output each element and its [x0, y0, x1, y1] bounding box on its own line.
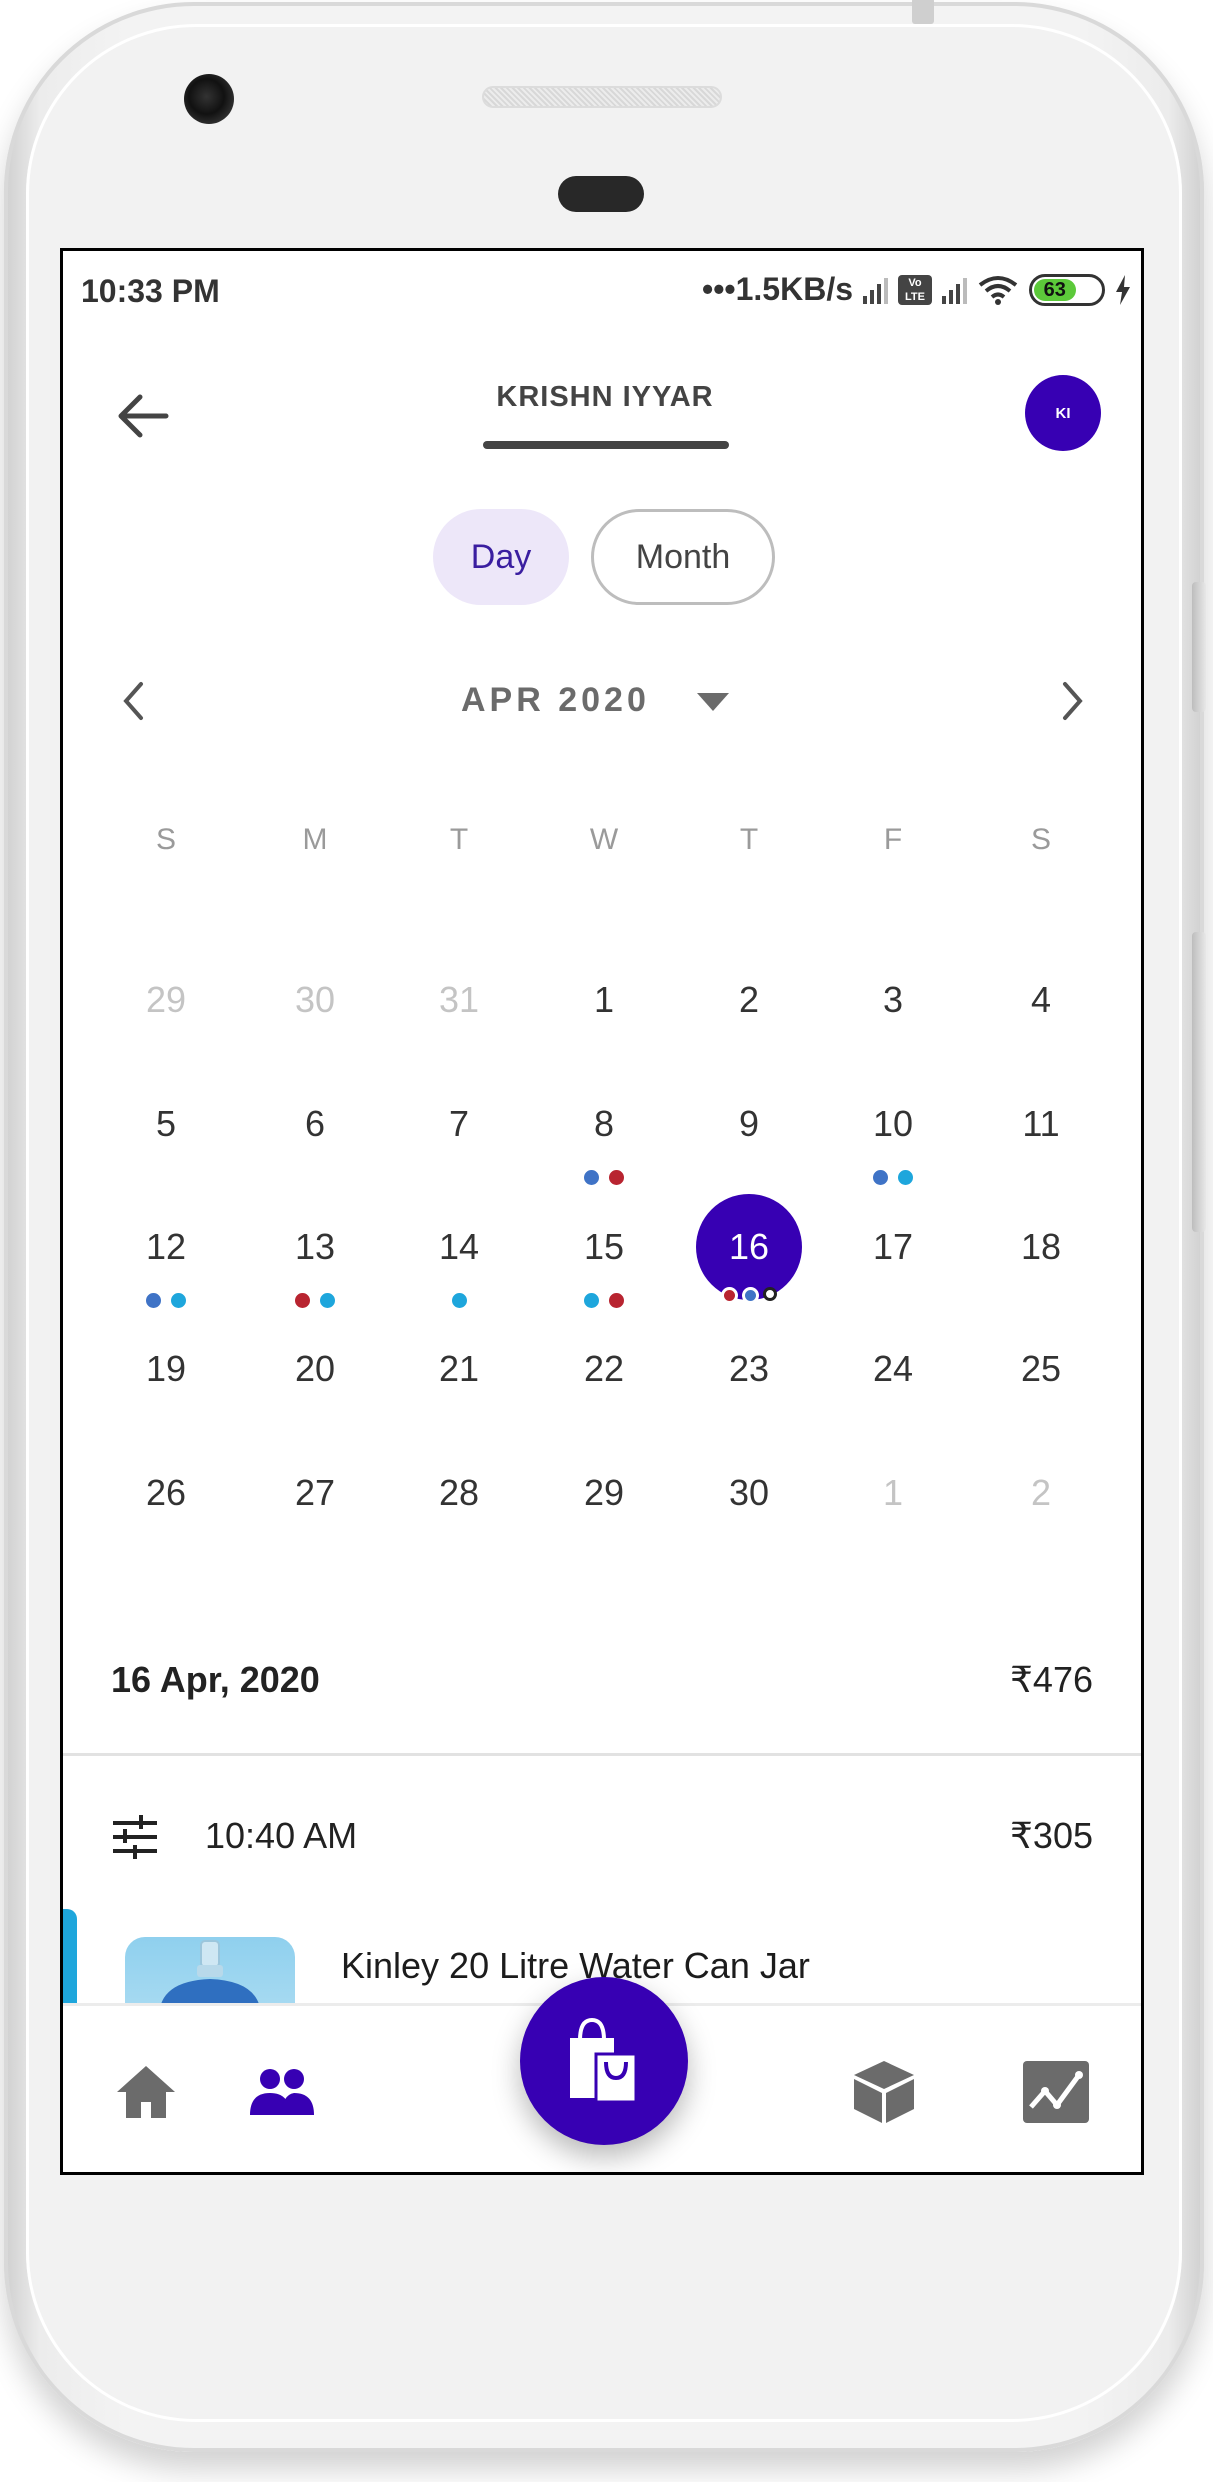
weekday-label: M — [302, 823, 328, 856]
calendar-day[interactable]: 14 — [409, 1197, 509, 1297]
calendar-day[interactable]: 5 — [116, 1074, 216, 1174]
calendar-day[interactable]: 2 — [699, 950, 799, 1050]
calendar-day-selected[interactable]: 16 — [696, 1194, 802, 1300]
calendar-day[interactable]: 1 — [843, 1443, 943, 1543]
event-dot-hollow — [763, 1287, 777, 1301]
calendar-day[interactable]: 11 — [991, 1074, 1091, 1174]
nav-home[interactable] — [110, 2056, 182, 2128]
calendar-day[interactable]: 24 — [843, 1319, 943, 1419]
weekday-label: W — [589, 823, 619, 856]
box-icon — [854, 2061, 914, 2123]
calendar-day[interactable]: 7 — [409, 1074, 509, 1174]
shopping-bags-icon — [570, 2017, 638, 2104]
event-dot-blue — [146, 1293, 161, 1308]
home-icon — [117, 2066, 175, 2118]
calendar-day[interactable]: 31 — [409, 950, 509, 1050]
earpiece-speaker — [482, 86, 722, 108]
event-dot-red — [295, 1293, 310, 1308]
order-amount: ₹305 — [1010, 1815, 1093, 1856]
calendar-day[interactable]: 29 — [554, 1443, 654, 1543]
weekday-label: T — [739, 823, 759, 856]
event-dot-cyan — [320, 1293, 335, 1308]
event-dot-blue — [742, 1287, 759, 1304]
phone-top-button — [912, 0, 934, 24]
calendar-day[interactable]: 19 — [116, 1319, 216, 1419]
event-dots — [265, 1293, 365, 1308]
calendar-day[interactable]: 22 — [554, 1319, 654, 1419]
new-order-fab[interactable] — [520, 1977, 688, 2145]
event-dot-cyan — [584, 1293, 599, 1308]
divider — [63, 1753, 1141, 1756]
weekday-label: F — [883, 823, 903, 856]
calendar-day[interactable]: 23 — [699, 1319, 799, 1419]
event-dot-cyan — [898, 1170, 913, 1185]
selected-date: 16 Apr, 2020 — [111, 1659, 320, 1700]
calendar-day[interactable]: 13 — [265, 1197, 365, 1297]
filter-sliders-icon[interactable] — [111, 1815, 159, 1859]
weekday-label: T — [449, 823, 469, 856]
calendar-day[interactable]: 21 — [409, 1319, 509, 1419]
calendar-day[interactable]: 18 — [991, 1197, 1091, 1297]
event-dot-blue — [873, 1170, 888, 1185]
calendar-day[interactable]: 28 — [409, 1443, 509, 1543]
day-total: ₹476 — [1010, 1659, 1093, 1700]
calendar-day[interactable]: 2 — [991, 1443, 1091, 1543]
phone-volume-button — [1192, 932, 1206, 1232]
calendar-day[interactable]: 30 — [699, 1443, 799, 1543]
event-dots — [554, 1170, 654, 1185]
calendar-day[interactable]: 26 — [116, 1443, 216, 1543]
app-screen: 10:33 PM •••1.5KB/s Vo LTE 63 KRISHN IYY… — [60, 248, 1144, 2175]
analytics-icon — [1023, 2061, 1089, 2123]
event-dot-cyan — [171, 1293, 186, 1308]
calendar-grid: S M T W T F S 29 30 31 1 2 3 4 5 6 7 8 9 10 11 12 13 14 15 16 17 18… — [63, 251, 1141, 1651]
event-dots — [116, 1293, 216, 1308]
calendar-day[interactable]: 4 — [991, 950, 1091, 1050]
customers-icon — [250, 2069, 314, 2115]
calendar-day[interactable]: 9 — [699, 1074, 799, 1174]
calendar-day[interactable]: 1 — [554, 950, 654, 1050]
front-camera — [184, 74, 234, 124]
event-dots — [409, 1293, 509, 1308]
event-dot-red — [609, 1170, 624, 1185]
event-dots — [843, 1170, 943, 1185]
event-dot-blue — [584, 1170, 599, 1185]
proximity-sensor — [558, 176, 644, 212]
event-dot-cyan — [451, 1293, 467, 1308]
calendar-day[interactable]: 8 — [554, 1074, 654, 1174]
calendar-day[interactable]: 12 — [116, 1197, 216, 1297]
calendar-day[interactable]: 6 — [265, 1074, 365, 1174]
phone-power-button — [1192, 582, 1206, 712]
nav-customers[interactable] — [246, 2056, 318, 2128]
calendar-day[interactable]: 3 — [843, 950, 943, 1050]
nav-analytics[interactable] — [1020, 2056, 1092, 2128]
calendar-day[interactable]: 29 — [116, 950, 216, 1050]
weekday-label: S — [155, 823, 176, 856]
event-dots — [554, 1293, 654, 1308]
calendar-day[interactable]: 27 — [265, 1443, 365, 1543]
calendar-day[interactable]: 10 — [843, 1074, 943, 1174]
calendar-day[interactable]: 25 — [991, 1319, 1091, 1419]
nav-products[interactable] — [848, 2056, 920, 2128]
calendar-day[interactable]: 15 — [554, 1197, 654, 1297]
order-time: 10:40 AM — [205, 1815, 358, 1856]
calendar-day[interactable]: 20 — [265, 1319, 365, 1419]
event-dot-red — [721, 1287, 738, 1304]
event-dots — [699, 1287, 799, 1304]
calendar-day[interactable]: 30 — [265, 950, 365, 1050]
weekday-label: S — [1030, 823, 1051, 856]
calendar-day[interactable]: 17 — [843, 1197, 943, 1297]
event-dot-red — [609, 1293, 624, 1308]
